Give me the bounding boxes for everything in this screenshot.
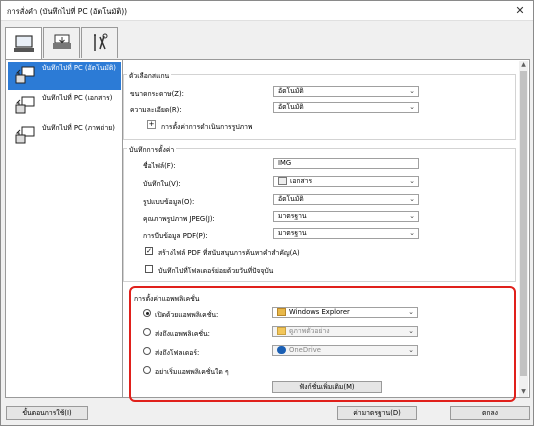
sidebar-item-label: บันทึกไปที่ PC (เอกสาร) — [42, 94, 113, 102]
data-format-select[interactable]: อัตโนมัติ ⌄ — [273, 194, 419, 205]
scroll-up-icon[interactable]: ▲ — [519, 61, 528, 70]
scroll-down-icon[interactable]: ▼ — [519, 388, 528, 397]
sidebar-item-auto[interactable]: บันทึกไปที่ PC (อัตโนมัติ) — [8, 62, 121, 90]
keyword-pdf-label: สร้างไฟล์ PDF ที่สนับสนุนการค้นหาคำสำคัญ… — [158, 249, 300, 257]
jpeg-quality-select[interactable]: มาตรฐาน ⌄ — [273, 211, 419, 222]
tab-general-settings[interactable] — [81, 27, 118, 58]
settings-window: การสั่งคำ (บันทึกไปที่ PC (อัตโนมัติ)) ✕… — [0, 0, 534, 426]
subfolder-checkbox[interactable] — [145, 265, 153, 273]
sidebar-item-document[interactable]: บันทึกไปที่ PC (เอกสาร) — [8, 92, 121, 120]
chevron-down-icon: ⌄ — [409, 103, 415, 111]
tab-scan-from-computer[interactable] — [5, 27, 42, 60]
general-settings-icon — [93, 33, 107, 51]
group-title: บันทึกการตั้งค่า — [127, 144, 177, 155]
scrollbar-thumb[interactable] — [520, 71, 527, 376]
image-processing-link[interactable]: การตั้งค่าการดำเนินการรูปภาพ — [161, 121, 252, 132]
window-title: การสั่งคำ (บันทึกไปที่ PC (อัตโนมัติ)) — [7, 7, 128, 16]
file-name-input[interactable]: IMG — [273, 158, 419, 169]
highlight-frame — [129, 286, 516, 402]
tab-scan-from-panel[interactable] — [43, 27, 80, 58]
scan-from-computer-icon — [13, 35, 34, 52]
sidebar-item-label: บันทึกไปที่ PC (อัตโนมัติ) — [42, 64, 116, 72]
pdf-compression-select[interactable]: มาตรฐาน ⌄ — [273, 228, 419, 239]
chevron-down-icon: ⌄ — [409, 87, 415, 95]
paper-size-select[interactable]: อัตโนมัติ ⌄ — [273, 86, 419, 97]
expand-icon[interactable]: + — [147, 120, 156, 129]
file-name-label: ชื่อไฟล์(F): — [143, 162, 176, 170]
sidebar-item-photo[interactable]: บันทึกไปที่ PC (ภาพถ่าย) — [8, 122, 121, 150]
folder-icon — [278, 177, 287, 185]
instructions-button[interactable]: ขั้นตอนการใช้(I) — [6, 406, 88, 420]
title-bar: การสั่งคำ (บันทึกไปที่ PC (อัตโนมัติ)) ✕ — [1, 1, 533, 21]
keyword-pdf-checkbox[interactable]: ✓ — [145, 247, 153, 255]
save-in-select[interactable]: เอกสาร ⌄ — [273, 176, 419, 187]
save-in-label: บันทึกใน(V): — [143, 180, 181, 188]
save-settings-group: บันทึกการตั้งค่า ชื่อไฟล์(F): IMG บันทึก… — [123, 144, 516, 282]
photo-save-icon — [15, 126, 35, 144]
vertical-scrollbar[interactable]: ▲ ▼ — [519, 61, 528, 397]
paper-size-label: ขนาดกระดาษ(Z): — [130, 90, 184, 98]
pdf-compression-label: การบีบข้อมูล PDF(P): — [143, 232, 208, 240]
resolution-select[interactable]: อัตโนมัติ ⌄ — [273, 102, 419, 113]
defaults-button[interactable]: ค่ามาตรฐาน(D) — [337, 406, 417, 420]
sidebar-item-label: บันทึกไปที่ PC (ภาพถ่าย) — [42, 124, 115, 132]
ok-button[interactable]: ตกลง — [450, 406, 530, 420]
subfolder-label: บันทึกไปที่โฟลเดอร์ย่อยด้วยวันที่ปัจจุบั… — [158, 267, 274, 275]
scan-from-operation-panel-icon — [52, 34, 71, 49]
chevron-down-icon: ⌄ — [409, 229, 415, 237]
data-format-label: รูปแบบข้อมูล(O): — [143, 198, 195, 206]
document-save-icon — [15, 96, 35, 114]
chevron-down-icon: ⌄ — [409, 195, 415, 203]
chevron-down-icon: ⌄ — [409, 177, 415, 185]
scan-options-group: ตัวเลือกสแกน ขนาดกระดาษ(Z): อัตโนมัติ ⌄ ค… — [123, 70, 516, 140]
group-title: ตัวเลือกสแกน — [127, 70, 172, 81]
auto-save-icon — [15, 66, 35, 84]
scan-type-list: บันทึกไปที่ PC (อัตโนมัติ) บันทึกไปที่ P… — [5, 59, 123, 398]
close-icon[interactable]: ✕ — [513, 4, 527, 18]
chevron-down-icon: ⌄ — [409, 212, 415, 220]
jpeg-quality-label: คุณภาพรูปภาพ JPEG(J): — [143, 215, 215, 223]
resolution-label: ความละเอียด(R): — [130, 106, 182, 114]
